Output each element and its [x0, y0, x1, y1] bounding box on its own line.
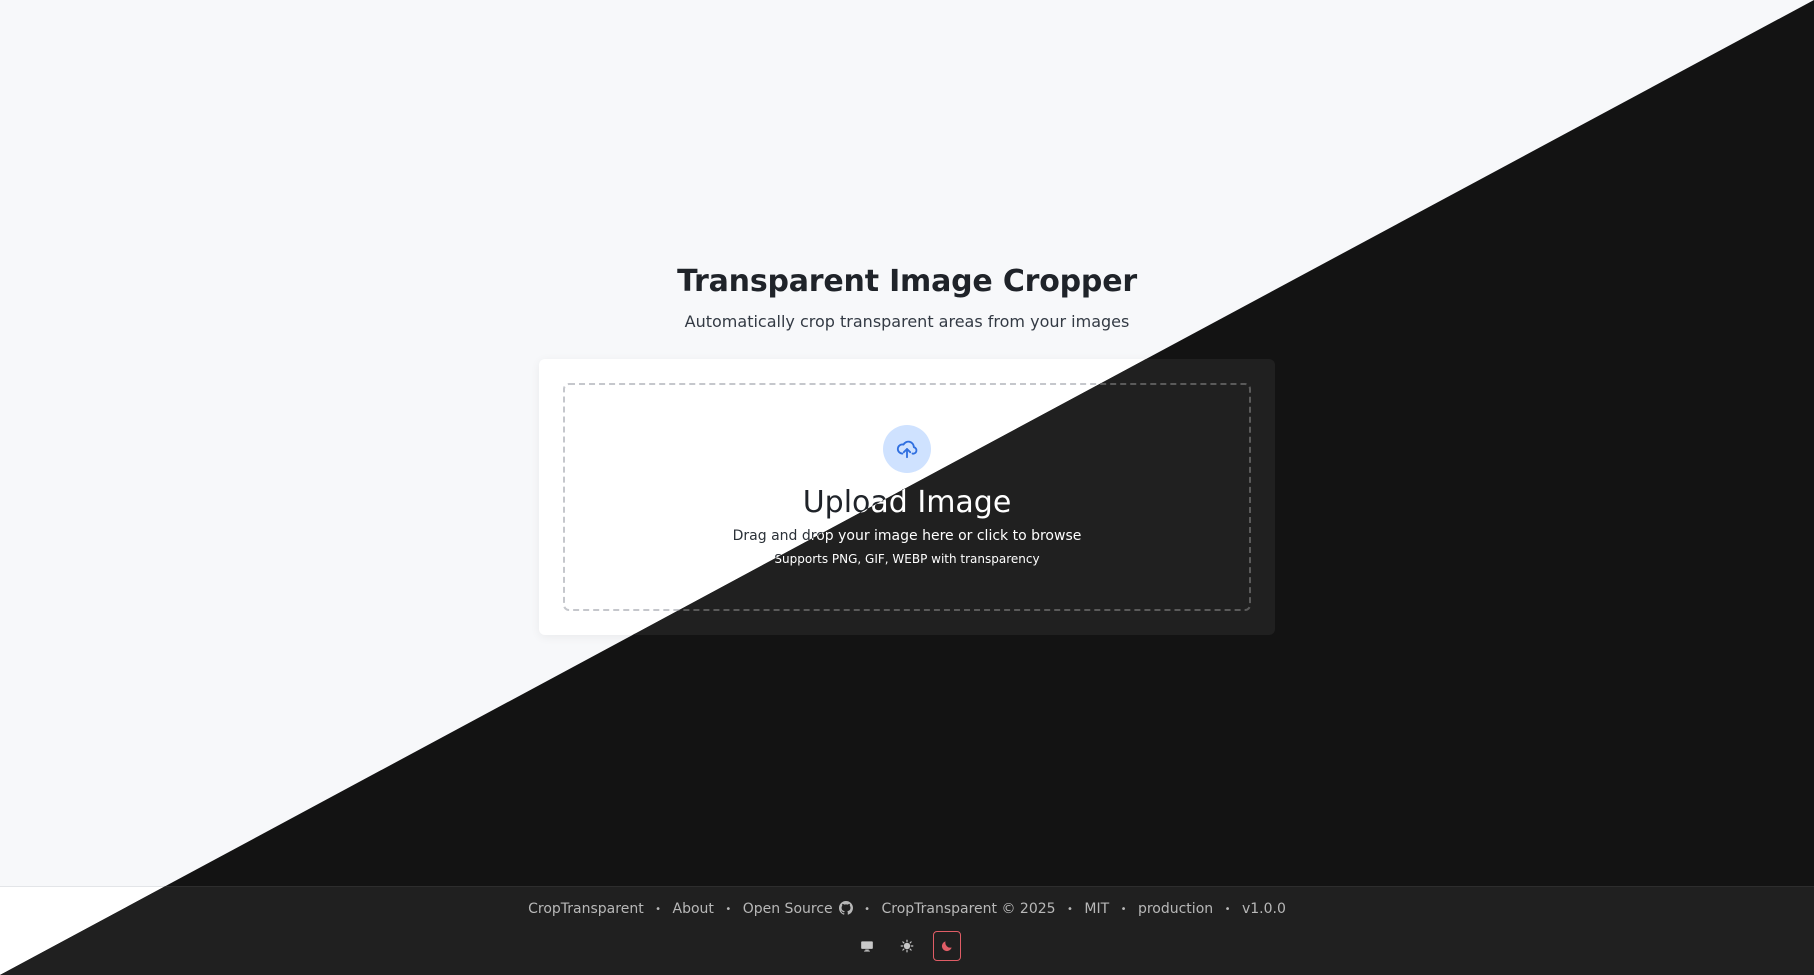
footer-separator: • — [1067, 903, 1073, 915]
footer-separator: • — [1224, 903, 1231, 915]
footer-links: CropTransparent • About • Open Source • … — [0, 901, 1814, 917]
theme-switcher — [0, 931, 1814, 961]
footer-brand-link[interactable]: CropTransparent — [528, 901, 644, 917]
footer-separator: • — [725, 903, 732, 915]
footer-separator: • — [655, 903, 662, 915]
footer-license-link[interactable]: MIT — [1084, 901, 1109, 917]
cloud-upload-icon — [896, 440, 918, 459]
github-icon — [838, 901, 853, 915]
footer-copyright: CropTransparent © 2025 — [881, 901, 1056, 917]
theme-dark-button[interactable] — [933, 931, 961, 961]
footer-separator: • — [864, 903, 871, 915]
upload-icon-circle — [883, 425, 931, 473]
theme-light-button[interactable] — [893, 931, 921, 961]
footer-about-link[interactable]: About — [673, 901, 714, 917]
sun-icon — [900, 939, 914, 953]
footer: CropTransparent • About • Open Source • … — [0, 886, 1814, 975]
footer-environment: production — [1137, 901, 1214, 917]
footer-version: v1.0.0 — [1241, 901, 1286, 917]
moon-icon — [941, 941, 952, 952]
footer-open-source-link[interactable]: Open Source — [743, 901, 853, 917]
footer-separator: • — [1120, 903, 1127, 915]
theme-system-button[interactable] — [853, 931, 881, 961]
open-source-label: Open Source — [742, 901, 833, 917]
monitor-icon — [861, 941, 873, 952]
